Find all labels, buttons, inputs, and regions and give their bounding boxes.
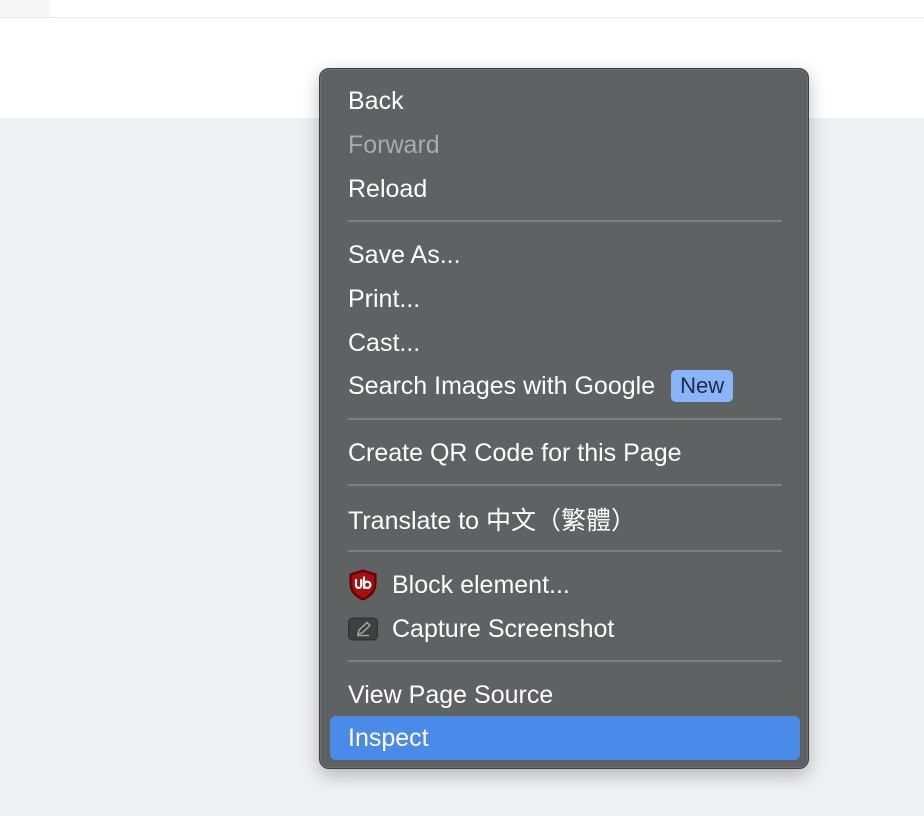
menu-item-search-images-label: Search Images with Google	[348, 371, 656, 400]
menu-item-inspect-label: Inspect	[348, 723, 429, 752]
menu-item-create-qr-code[interactable]: Create QR Code for this Page	[330, 431, 800, 475]
menu-separator	[348, 418, 782, 420]
page-top-tab	[0, 0, 50, 18]
menu-separator	[348, 550, 782, 552]
menu-item-block-element[interactable]: Block element...	[330, 563, 800, 607]
menu-item-back-label: Back	[348, 86, 404, 115]
menu-item-forward[interactable]: Forward	[330, 123, 800, 167]
menu-item-translate-label: Translate to 中文（繁體）	[348, 507, 637, 535]
menu-item-back[interactable]: Back	[330, 79, 800, 123]
menu-item-search-images[interactable]: Search Images with Google New	[330, 364, 800, 408]
menu-item-cast[interactable]: Cast...	[330, 321, 800, 365]
menu-item-forward-label: Forward	[348, 130, 440, 159]
context-menu: Back Forward Reload Save As... Print... …	[319, 68, 809, 769]
menu-separator	[348, 220, 782, 222]
menu-item-cast-label: Cast...	[348, 328, 421, 357]
menu-item-translate[interactable]: Translate to 中文（繁體）	[330, 497, 800, 541]
menu-item-print[interactable]: Print...	[330, 277, 800, 321]
page-top-divider	[50, 17, 924, 18]
menu-separator	[348, 660, 782, 662]
new-badge: New	[671, 370, 734, 402]
menu-item-save-as-label: Save As...	[348, 240, 461, 269]
menu-item-reload-label: Reload	[348, 174, 428, 203]
menu-separator	[348, 484, 782, 486]
screenshot-pencil-icon	[348, 614, 378, 644]
menu-item-reload[interactable]: Reload	[330, 167, 800, 211]
ublock-origin-shield-icon	[348, 569, 378, 601]
menu-item-capture-screenshot-label: Capture Screenshot	[392, 614, 615, 643]
menu-item-view-page-source[interactable]: View Page Source	[330, 673, 800, 717]
menu-item-inspect[interactable]: Inspect	[330, 716, 800, 760]
menu-item-save-as[interactable]: Save As...	[330, 233, 800, 277]
menu-item-capture-screenshot[interactable]: Capture Screenshot	[330, 607, 800, 651]
menu-item-print-label: Print...	[348, 284, 421, 313]
menu-item-view-page-source-label: View Page Source	[348, 680, 554, 709]
menu-item-create-qr-code-label: Create QR Code for this Page	[348, 438, 682, 467]
menu-item-block-element-label: Block element...	[392, 570, 570, 599]
